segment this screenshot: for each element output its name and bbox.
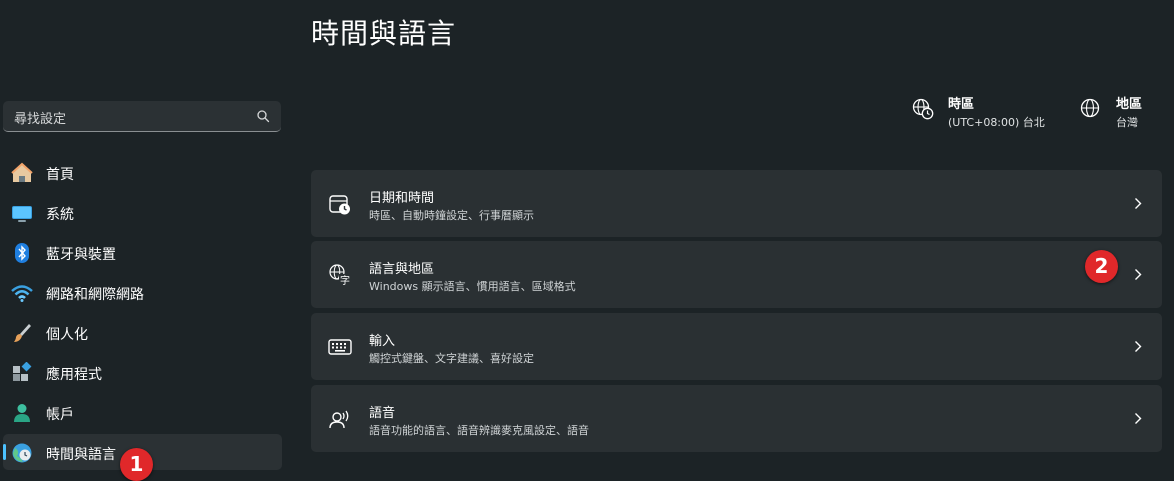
language-icon: 字 bbox=[329, 264, 351, 287]
sidebar-item-network[interactable]: 網路和網際網路 bbox=[3, 274, 282, 310]
sidebar-item-label: 網路和網際網路 bbox=[46, 287, 144, 303]
annotation-badge-2: 2 bbox=[1085, 250, 1118, 283]
sidebar-item-system[interactable]: 系統 bbox=[3, 194, 282, 230]
sidebar-item-apps[interactable]: 應用程式 bbox=[3, 354, 282, 390]
chevron-right-icon bbox=[1135, 341, 1142, 352]
sidebar-item-label: 藍牙與裝置 bbox=[46, 247, 116, 263]
sidebar-item-label: 首頁 bbox=[46, 167, 74, 183]
sidebar-item-accounts[interactable]: 帳戶 bbox=[3, 394, 282, 430]
wifi-icon bbox=[11, 285, 33, 302]
region-title: 地區 bbox=[1116, 97, 1143, 112]
sidebar-item-bluetooth[interactable]: 藍牙與裝置 bbox=[3, 234, 282, 270]
card-date-time[interactable]: 日期和時間 時區、自動時鐘設定、行事曆顯示 bbox=[311, 170, 1162, 237]
card-title: 日期和時間 bbox=[369, 191, 435, 206]
card-typing[interactable]: 輸入 觸控式鍵盤、文字建議、喜好設定 bbox=[311, 313, 1162, 380]
page-title: 時間與語言 bbox=[311, 17, 457, 50]
card-subtitle: Windows 顯示語言、慣用語言、區域格式 bbox=[369, 280, 576, 293]
sidebar-item-home[interactable]: 首頁 bbox=[3, 154, 282, 190]
search-icon[interactable] bbox=[256, 109, 270, 123]
chevron-right-icon bbox=[1135, 198, 1142, 209]
sidebar-item-label: 個人化 bbox=[46, 327, 88, 343]
keyboard-icon bbox=[328, 339, 352, 355]
bluetooth-icon bbox=[15, 243, 29, 263]
timezone-title: 時區 bbox=[948, 97, 975, 112]
selection-indicator bbox=[3, 444, 6, 460]
sidebar-item-label: 系統 bbox=[46, 207, 74, 223]
card-subtitle: 語音功能的語言、語音辨識麥克風設定、語音 bbox=[369, 424, 589, 437]
search-input[interactable]: 尋找設定 bbox=[3, 101, 281, 132]
card-subtitle: 觸控式鍵盤、文字建議、喜好設定 bbox=[369, 352, 534, 365]
apps-icon bbox=[13, 362, 32, 381]
timezone-value: (UTC+08:00) 台北 bbox=[948, 116, 1045, 129]
speech-icon bbox=[329, 410, 349, 429]
sidebar-item-label: 時間與語言 bbox=[46, 447, 116, 463]
sidebar-item-personalization[interactable]: 個人化 bbox=[3, 314, 282, 350]
globe-icon bbox=[1080, 98, 1100, 118]
search-placeholder: 尋找設定 bbox=[14, 112, 67, 127]
card-language-region[interactable]: 字 語言與地區 Windows 顯示語言、慣用語言、區域格式 bbox=[311, 241, 1162, 308]
home-icon bbox=[11, 162, 33, 182]
chevron-right-icon bbox=[1135, 269, 1142, 280]
sidebar-item-label: 應用程式 bbox=[46, 367, 102, 383]
card-title: 輸入 bbox=[369, 334, 396, 349]
calendar-clock-icon bbox=[329, 195, 350, 215]
paintbrush-icon bbox=[14, 324, 31, 342]
globe-clock-icon bbox=[912, 98, 934, 120]
region-value: 台灣 bbox=[1116, 116, 1138, 129]
chevron-right-icon bbox=[1135, 413, 1142, 424]
card-subtitle: 時區、自動時鐘設定、行事曆顯示 bbox=[369, 209, 534, 222]
card-title: 語音 bbox=[369, 406, 396, 421]
annotation-badge-1: 1 bbox=[120, 448, 153, 481]
sidebar-item-label: 帳戶 bbox=[46, 407, 74, 423]
svg-text:字: 字 bbox=[340, 274, 350, 287]
system-display-icon bbox=[12, 206, 32, 222]
sidebar-nav: 首頁 系統 藍牙與裝置 網路和網際網路 個人化 應用程式 帳戶 時間與語言 bbox=[0, 154, 282, 474]
time-language-icon bbox=[12, 443, 32, 463]
account-icon bbox=[14, 404, 30, 422]
card-title: 語言與地區 bbox=[369, 262, 435, 277]
card-speech[interactable]: 語音 語音功能的語言、語音辨識麥克風設定、語音 bbox=[311, 385, 1162, 452]
